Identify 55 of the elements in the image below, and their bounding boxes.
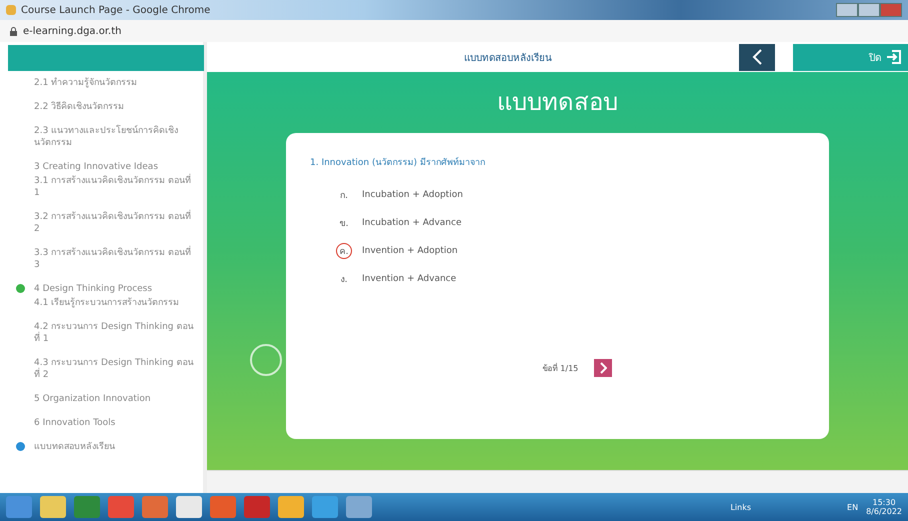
option-text[interactable]: Incubation + Advance bbox=[362, 218, 462, 228]
lesson-link[interactable]: 3.2 การสร้างแนวคิดเชิงนวัตกรรม ตอนที่ 2 bbox=[34, 211, 195, 235]
lesson-link[interactable]: 2.3 แนวทางและประโยชน์การคิดเชิงนวัตกรรม bbox=[34, 125, 195, 149]
taskbar-app-icon[interactable] bbox=[6, 496, 32, 518]
links-toolbar[interactable]: Links bbox=[730, 502, 752, 512]
page-title: แบบทดสอบหลังเรียน bbox=[463, 52, 553, 64]
clock-date[interactable]: 8/6/2022 bbox=[866, 507, 902, 516]
option-text[interactable]: Invention + Advance bbox=[362, 274, 456, 284]
question-counter: ข้อที่ 1/15 bbox=[542, 362, 578, 374]
exit-icon bbox=[886, 49, 902, 65]
option-text[interactable]: Invention + Adoption bbox=[362, 246, 458, 256]
quiz-title: แบบทดสอบ bbox=[497, 87, 618, 118]
lesson-link[interactable]: 5 Organization Innovation bbox=[34, 393, 195, 405]
option-letter[interactable]: ข. bbox=[336, 215, 352, 231]
chevron-left-icon bbox=[751, 48, 763, 66]
lesson-link[interactable]: แบบทดสอบหลังเรียน bbox=[34, 441, 195, 453]
chevron-right-icon bbox=[599, 362, 608, 374]
question-text: 1. Innovation (นวัตกรรม) มีรากศัพท์มาจาก bbox=[310, 156, 486, 169]
taskbar-app-icon[interactable] bbox=[142, 496, 168, 518]
lesson-link[interactable]: 3 Creating Innovative Ideas bbox=[34, 161, 195, 173]
taskbar-app-icon[interactable] bbox=[312, 496, 338, 518]
close-course-button[interactable]: ปิด bbox=[793, 44, 908, 70]
maximize-button[interactable] bbox=[858, 3, 880, 17]
minimize-button[interactable] bbox=[836, 3, 858, 17]
lesson-link[interactable]: 6 Innovation Tools bbox=[34, 417, 195, 429]
option-letter[interactable]: ค. bbox=[336, 243, 352, 259]
lock-icon bbox=[10, 26, 17, 36]
language-indicator[interactable]: EN bbox=[847, 502, 858, 512]
taskbar-app-icon[interactable] bbox=[346, 496, 372, 518]
taskbar-app-icon[interactable] bbox=[244, 496, 270, 518]
taskbar-app-icon[interactable] bbox=[108, 496, 134, 518]
lesson-link[interactable]: 4.3 กระบวนการ Design Thinking ตอนที่ 2 bbox=[34, 357, 195, 381]
window-title: Course Launch Page - Google Chrome bbox=[21, 4, 210, 16]
back-button[interactable] bbox=[739, 44, 775, 70]
horizontal-scrollbar[interactable] bbox=[207, 470, 908, 493]
next-button[interactable] bbox=[594, 359, 612, 377]
option-text[interactable]: Incubation + Adoption bbox=[362, 190, 463, 200]
lesson-link[interactable]: 4.1 เรียนรู้กระบวนการสร้างนวัตกรรม bbox=[34, 297, 195, 309]
taskbar-app-icon[interactable] bbox=[176, 496, 202, 518]
lesson-link[interactable]: 2.1 ทำความรู้จักนวัตกรรม bbox=[34, 77, 195, 89]
option-letter[interactable]: ง. bbox=[336, 271, 352, 287]
lesson-link[interactable]: 2.2 วิธีคิดเชิงนวัตกรรม bbox=[34, 101, 195, 113]
ring-decoration bbox=[250, 344, 282, 376]
option-letter[interactable]: ก. bbox=[336, 187, 352, 203]
lesson-link[interactable]: 3.1 การสร้างแนวคิดเชิงนวัตกรรม ตอนที่ 1 bbox=[34, 175, 195, 199]
lesson-link[interactable]: 4 Design Thinking Process bbox=[34, 283, 195, 295]
taskbar-app-icon[interactable] bbox=[210, 496, 236, 518]
taskbar-app-icon[interactable] bbox=[74, 496, 100, 518]
clock-time[interactable]: 15:30 bbox=[872, 498, 896, 507]
taskbar-app-icon[interactable] bbox=[278, 496, 304, 518]
app-icon bbox=[6, 5, 16, 15]
lesson-link[interactable]: 4.2 กระบวนการ Design Thinking ตอนที่ 1 bbox=[34, 321, 195, 345]
taskbar-app-icon[interactable] bbox=[40, 496, 66, 518]
url-text[interactable]: e-learning.dga.or.th bbox=[23, 26, 122, 36]
lesson-link[interactable]: 3.3 การสร้างแนวคิดเชิงนวัตกรรม ตอนที่ 3 bbox=[34, 247, 195, 271]
